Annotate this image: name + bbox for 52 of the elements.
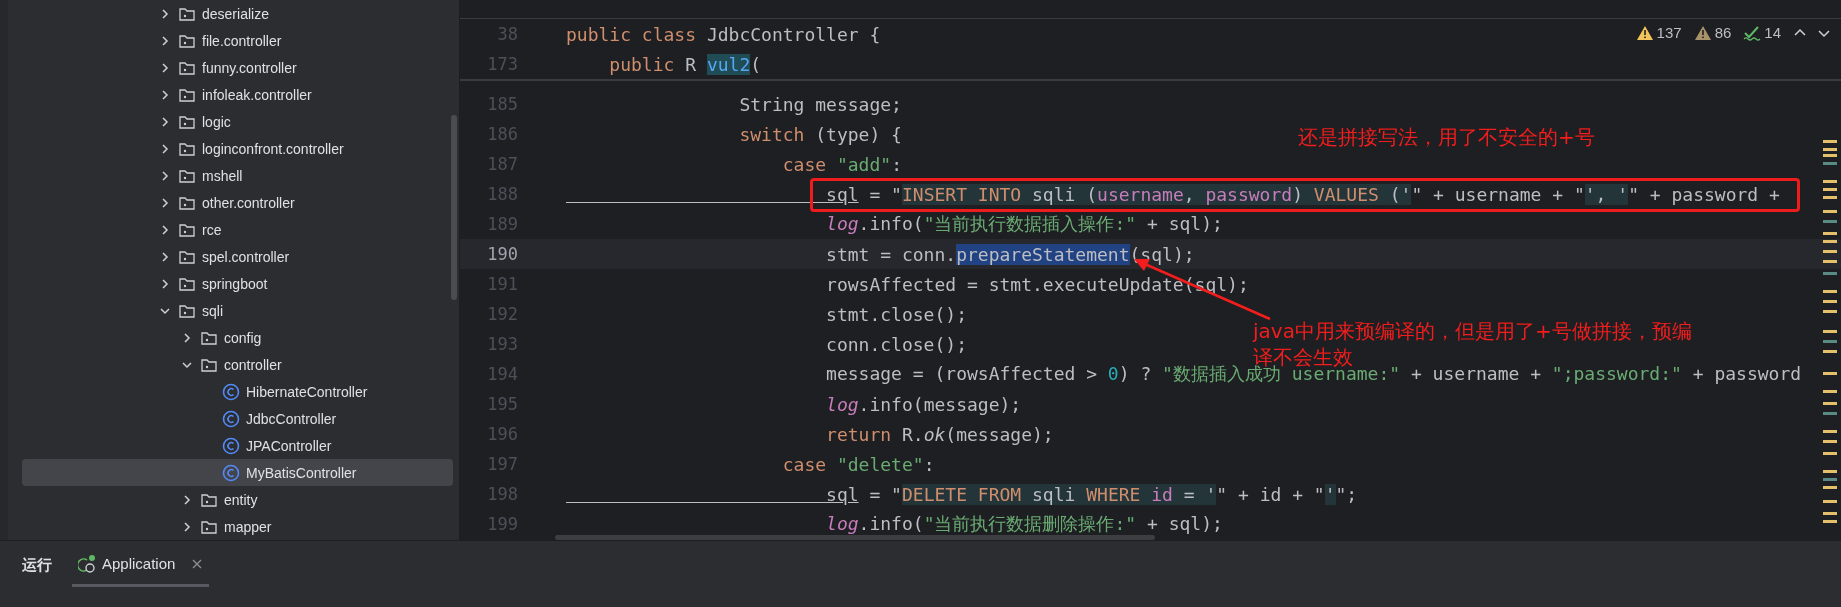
code-line: return R.ok(message); — [825, 423, 1054, 445]
tree-item[interactable]: mshell — [22, 162, 453, 189]
panel-title: 运行 — [22, 555, 52, 575]
tree-item[interactable]: loginconfront.controller — [22, 135, 453, 162]
tree-item[interactable]: logic — [22, 108, 453, 135]
inspection-count[interactable]: 14 — [1764, 24, 1781, 41]
line-number: 190 — [486, 244, 518, 264]
tree-item[interactable]: spel.controller — [22, 243, 453, 270]
code-line: public class JdbcController { — [566, 23, 881, 45]
class-icon — [222, 409, 240, 428]
inspection-count[interactable]: 137 — [1656, 24, 1682, 41]
tree-item[interactable]: controller — [22, 351, 453, 378]
tree-item[interactable]: funny.controller — [22, 54, 453, 81]
scrollbar-thumb[interactable] — [555, 535, 1155, 540]
code-line: case "delete": — [781, 453, 935, 475]
warning-icon — [1635, 24, 1654, 41]
warning-icon — [1693, 24, 1712, 41]
class-icon — [222, 382, 240, 401]
tree-item[interactable]: MyBatisController — [22, 459, 453, 486]
tree-item[interactable]: entity — [22, 486, 453, 513]
class-icon — [222, 436, 240, 455]
run-tab[interactable]: Application — [72, 543, 210, 587]
tree-item[interactable]: HibernateController — [22, 378, 453, 405]
tree-item[interactable]: other.controller — [22, 189, 453, 216]
code-line: public R vul2( — [608, 53, 762, 75]
check-icon — [1743, 24, 1762, 41]
code-line: stmt.close(); — [825, 303, 967, 325]
code-line: conn.close(); — [825, 333, 967, 355]
tree-item[interactable]: sqli — [22, 297, 453, 324]
class-icon — [222, 463, 240, 482]
tree-item[interactable]: file.controller — [22, 27, 453, 54]
code-line: String message; — [738, 93, 902, 115]
code-line: sql = "DELETE FROM sqli WHERE id = '" + id + "'"; — [825, 483, 1358, 505]
scrollbar-thumb[interactable] — [451, 115, 457, 300]
tree-item[interactable]: springboot — [22, 270, 453, 297]
code-line: switch (type) { — [738, 123, 902, 145]
tree-item[interactable]: infoleak.controller — [22, 81, 453, 108]
tree-item[interactable]: config — [22, 324, 453, 351]
tree-item[interactable]: rce — [22, 216, 453, 243]
close-icon[interactable] — [191, 557, 204, 570]
tree-item[interactable]: JPAController — [22, 432, 453, 459]
code-line: log.info(message); — [825, 393, 1022, 415]
tree-item[interactable]: mapper — [22, 513, 453, 540]
code-line: log.info("当前执行数据删除操作:" + sql); — [825, 512, 1223, 536]
code-line: log.info("当前执行数据插入操作:" + sql); — [825, 212, 1223, 236]
tree-item[interactable]: JdbcController — [22, 405, 453, 432]
code-line: sql = "INSERT INTO sqli (username, password) VALUES ('" + username + "', '" + password + — [825, 183, 1780, 205]
tree-item[interactable]: deserialize — [22, 0, 453, 27]
code-line: case "add": — [781, 153, 902, 175]
annotation-note: 还是拼接写法，用了不安全的+号 — [1298, 124, 1595, 150]
run-config-icon — [78, 553, 98, 574]
inspection-count[interactable]: 86 — [1714, 24, 1732, 41]
